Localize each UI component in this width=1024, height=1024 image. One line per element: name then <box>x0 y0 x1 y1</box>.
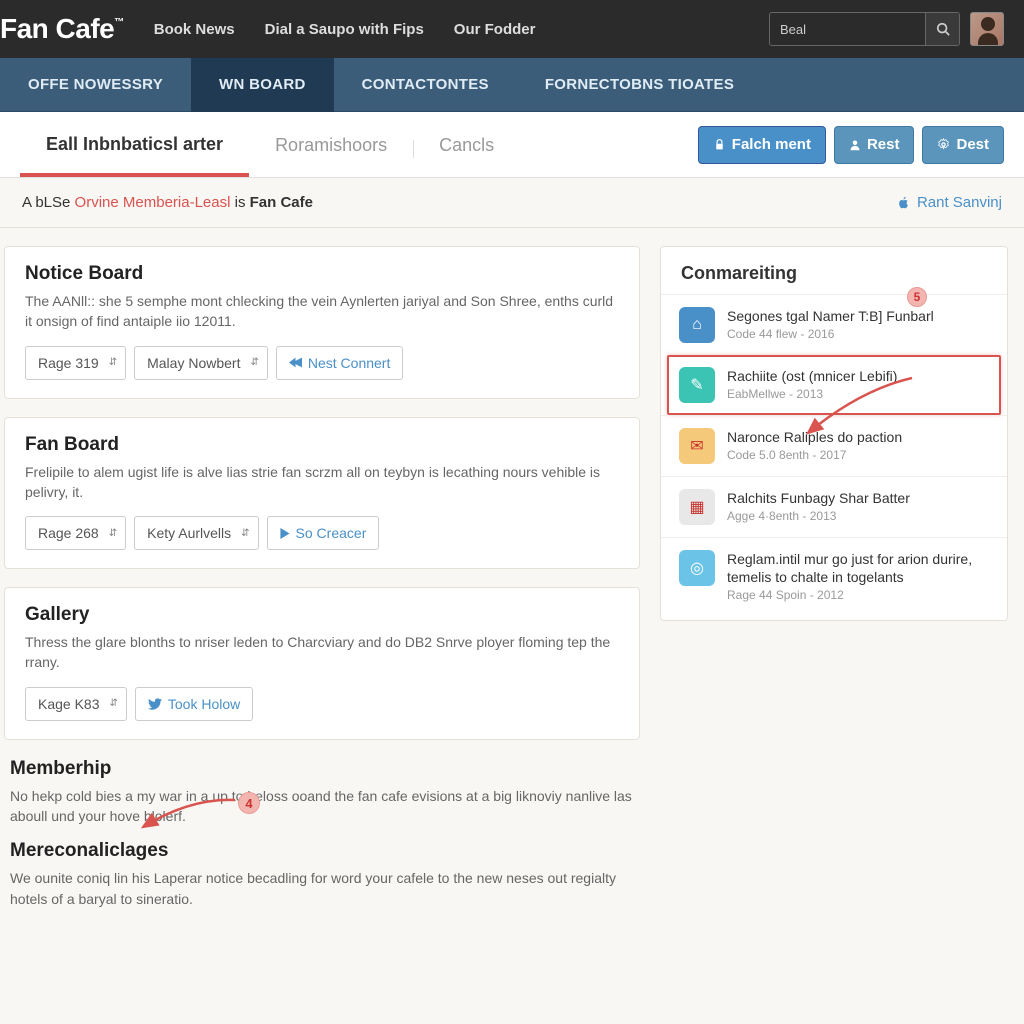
item-meta: Rage 44 Spoin - 2012 <box>727 588 989 602</box>
main-pane: Notice Board The AANll:: she 5 semphe mo… <box>0 246 640 919</box>
controls: Kage K83⇵ Took Holow <box>25 687 619 721</box>
mail-icon: ✉ <box>679 428 715 464</box>
widget-item[interactable]: ▦ Ralchits Funbagy Shar Batter Agge 4·8en… <box>661 476 1007 537</box>
search-box <box>769 12 960 46</box>
banner-text: A bLSe Orvine Memberia-Leasl is Fan Cafe <box>22 194 313 211</box>
lock-icon <box>713 138 726 151</box>
section-gallery: Gallery Thress the glare blonths to nris… <box>4 587 640 740</box>
section-desc: Frelipile to alem ugist life is alve lia… <box>25 462 619 503</box>
annotation-badge-5: 5 <box>907 287 927 307</box>
side-pane: Conmareiting 5 ⌂ Segones tgal Namer T:B]… <box>660 246 1008 919</box>
pencil-icon: ✎ <box>679 367 715 403</box>
play-icon <box>280 528 290 539</box>
item-meta: Code 44 flew - 2016 <box>727 327 989 341</box>
subhead: Eall Inbnbaticsl arter Roramishoors Canc… <box>0 112 1024 178</box>
user-icon <box>849 139 861 151</box>
merecon-title: Mereconaliclages <box>10 840 640 862</box>
item-meta: Code 5.0 8enth - 2017 <box>727 448 989 462</box>
section-notice-board: Notice Board The AANll:: she 5 semphe mo… <box>4 246 640 399</box>
item-meta: EabMellwe - 2013 <box>727 387 989 401</box>
dest-button[interactable]: Dest <box>922 126 1004 164</box>
item-title: Reglam.intil mur go just for arion durir… <box>727 550 989 586</box>
content: Notice Board The AANll:: she 5 semphe mo… <box>0 228 1024 919</box>
merecon-desc: We ounite coniq lin his Laperar notice b… <box>4 868 640 909</box>
item-title: Rachiite (ost (mnicer Lebifi) <box>727 367 989 385</box>
rage-dropdown[interactable]: Rage 319⇵ <box>25 346 126 380</box>
item-title: Naronce Raliples do paction <box>727 428 989 446</box>
widget-item[interactable]: ◎ Reglam.intil mur go just for arion dur… <box>661 537 1007 614</box>
topnav-link-2[interactable]: Dial a Saupo with Fips <box>265 21 424 38</box>
topnav-link-1[interactable]: Book News <box>154 21 235 38</box>
tab-cancls[interactable]: Cancls <box>413 115 520 174</box>
house-icon: ⌂ <box>679 307 715 343</box>
apple-icon <box>897 196 911 210</box>
controls: Rage 319⇵ Malay Nowbert⇵ Nest Connert <box>25 346 619 380</box>
nav-contact[interactable]: CONTACTONTES <box>334 58 517 112</box>
item-title: Ralchits Funbagy Shar Batter <box>727 489 989 507</box>
logo[interactable]: Fan Cafe™ <box>0 13 154 45</box>
annotation-badge-4: 4 <box>238 792 260 814</box>
falch-button[interactable]: Falch ment <box>698 126 826 164</box>
so-button[interactable]: So Creacer <box>267 516 380 550</box>
tab-roram[interactable]: Roramishoors <box>249 115 413 174</box>
tab-eall[interactable]: Eall Inbnbaticsl arter <box>20 114 249 177</box>
section-fan-board: Fan Board Frelipile to alem ugist life i… <box>4 417 640 570</box>
rewind-icon <box>289 357 302 368</box>
widget-title: Conmareiting <box>661 263 1007 294</box>
nest-button[interactable]: Nest Connert <box>276 346 403 380</box>
top-nav: Book News Dial a Saupo with Fips Our Fod… <box>154 21 769 38</box>
avatar[interactable] <box>970 12 1004 46</box>
search-button[interactable] <box>925 13 959 45</box>
controls: Rage 268⇵ Kety Aurlvells⇵ So Creacer <box>25 516 619 550</box>
main-nav: OFFE NOWESSRY WN BOARD CONTACTONTES FORN… <box>0 58 1024 112</box>
item-title: Segones tgal Namer T:B] Funbarl <box>727 307 989 325</box>
kety-dropdown[interactable]: Kety Aurlvells⇵ <box>134 516 258 550</box>
action-buttons: Falch ment Rest Dest <box>698 126 1004 164</box>
section-title: Gallery <box>25 604 619 626</box>
widget-item[interactable]: ✉ Naronce Raliples do paction Code 5.0 8e… <box>661 415 1007 476</box>
topnav-link-3[interactable]: Our Fodder <box>454 21 536 38</box>
gear-icon <box>937 138 950 151</box>
malay-dropdown[interactable]: Malay Nowbert⇵ <box>134 346 268 380</box>
item-meta: Agge 4·8enth - 2013 <box>727 509 989 523</box>
circle-icon: ◎ <box>679 550 715 586</box>
nav-fornect[interactable]: FORNECTOBNS TIOATES <box>517 58 762 112</box>
rest-button[interactable]: Rest <box>834 126 915 164</box>
twitter-icon <box>148 698 162 710</box>
nav-offe[interactable]: OFFE NOWESSRY <box>0 58 191 112</box>
search-icon <box>936 22 950 36</box>
banner-link[interactable]: Rant Sanvinj <box>897 194 1002 211</box>
memberhip-title: Memberhip <box>10 758 640 780</box>
banner: A bLSe Orvine Memberia-Leasl is Fan Cafe… <box>0 178 1024 228</box>
search-wrap <box>769 12 1004 46</box>
widget-conmareiting: Conmareiting 5 ⌂ Segones tgal Namer T:B]… <box>660 246 1008 621</box>
section-desc: Thress the glare blonths to nriser leden… <box>25 632 619 673</box>
search-input[interactable] <box>770 22 925 37</box>
took-button[interactable]: Took Holow <box>135 687 253 721</box>
widget-item-highlighted[interactable]: ✎ Rachiite (ost (mnicer Lebifi) EabMellwe… <box>667 355 1001 415</box>
topbar: Fan Cafe™ Book News Dial a Saupo with Fi… <box>0 0 1024 58</box>
memberhip-desc: No hekp cold bies a my war in a up to be… <box>4 786 640 827</box>
grid-icon: ▦ <box>679 489 715 525</box>
kage-dropdown[interactable]: Kage K83⇵ <box>25 687 127 721</box>
section-desc: The AANll:: she 5 semphe mont chlecking … <box>25 291 619 332</box>
nav-wn-board[interactable]: WN BOARD <box>191 58 334 112</box>
extras: Memberhip No hekp cold bies a my war in … <box>4 758 640 909</box>
section-title: Fan Board <box>25 434 619 456</box>
rage-dropdown[interactable]: Rage 268⇵ <box>25 516 126 550</box>
section-title: Notice Board <box>25 263 619 285</box>
tabs: Eall Inbnbaticsl arter Roramishoors Canc… <box>20 114 698 176</box>
widget-item[interactable]: 5 ⌂ Segones tgal Namer T:B] FunbarlCode … <box>661 294 1007 355</box>
